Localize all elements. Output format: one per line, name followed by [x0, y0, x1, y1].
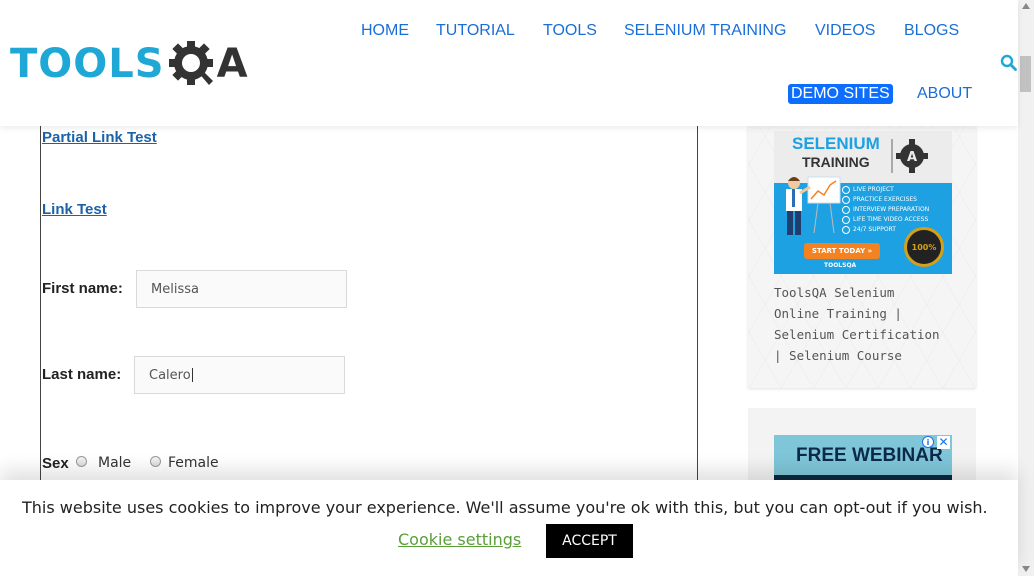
promo-item: INTERVIEW PREPARATION — [842, 205, 929, 215]
promo-gear-icon: A — [890, 135, 932, 177]
check-icon — [842, 196, 850, 204]
practice-form-container — [40, 126, 698, 506]
accept-button[interactable]: ACCEPT — [546, 524, 633, 558]
nav-videos[interactable]: VIDEOS — [815, 22, 875, 40]
text-cursor — [191, 368, 193, 382]
ad-close-icon[interactable]: ✕ — [937, 436, 950, 449]
site-header: TOOLS A HOME TUTORIAL TOOLS SELENIUM TRA… — [0, 0, 1018, 126]
check-icon — [842, 226, 850, 234]
scrollbar-thumb[interactable] — [1020, 56, 1031, 92]
nav-blogs[interactable]: BLOGS — [904, 22, 959, 40]
free-webinar-ad[interactable]: FREE WEBINAR i ✕ — [774, 435, 952, 483]
nav-about[interactable]: ABOUT — [917, 85, 972, 103]
last-name-value: Calero — [149, 367, 191, 383]
promo-caption-link[interactable]: ToolsQA Selenium Online Training | Selen… — [774, 282, 944, 366]
promo-item: LIVE PROJECT — [842, 185, 929, 195]
first-name-input[interactable]: Melissa — [136, 270, 347, 308]
logo-gear-q-icon: A — [168, 39, 248, 89]
money-back-badge-icon: 100% — [904, 227, 944, 267]
scroll-down-arrow-icon[interactable] — [1022, 566, 1030, 572]
check-icon — [842, 206, 850, 214]
nav-demo-sites[interactable]: DEMO SITES — [788, 84, 893, 104]
sex-female-label: Female — [168, 455, 219, 471]
promo-title: SELENIUM — [792, 134, 880, 153]
ad-info-icon[interactable]: i — [922, 436, 934, 448]
selenium-training-banner[interactable]: SELENIUM TRAINING A LIVE PROJECT PRACTIC… — [774, 131, 952, 274]
nav-home[interactable]: HOME — [361, 22, 409, 40]
promo-subtitle: TRAINING — [802, 154, 870, 170]
cookie-settings-link[interactable]: Cookie settings — [398, 530, 521, 549]
link-test[interactable]: Link Test — [42, 201, 107, 218]
webinar-ad-text: FREE WEBINAR — [796, 445, 943, 466]
nav-tutorial[interactable]: TUTORIAL — [436, 22, 515, 40]
check-icon — [842, 216, 850, 224]
promo-footer-logo: TOOLSQA — [824, 262, 857, 269]
nav-tools[interactable]: TOOLS — [543, 22, 597, 40]
last-name-label: Last name: — [42, 366, 122, 383]
start-today-button[interactable]: START TODAY » — [804, 243, 880, 259]
sex-female-radio[interactable] — [150, 456, 161, 467]
scroll-up-arrow-icon[interactable] — [1022, 3, 1030, 9]
sex-label: Sex — [42, 455, 69, 472]
search-icon[interactable] — [1000, 54, 1018, 72]
sex-male-label: Male — [98, 455, 132, 471]
svg-text:A: A — [907, 150, 917, 165]
toolsqa-logo[interactable]: TOOLS A — [10, 38, 248, 90]
first-name-label: First name: — [42, 280, 123, 297]
first-name-value: Melissa — [151, 281, 199, 297]
last-name-input[interactable]: Calero — [134, 356, 345, 394]
check-icon — [842, 186, 850, 194]
nav-selenium-training[interactable]: SELENIUM TRAINING — [624, 22, 786, 40]
partial-link-test[interactable]: Partial Link Test — [42, 129, 157, 146]
trainer-illustration — [786, 176, 841, 235]
logo-text-a: A — [216, 41, 248, 87]
promo-item: PRACTICE EXERCISES — [842, 195, 929, 205]
cookie-message: This website uses cookies to improve you… — [22, 498, 988, 517]
sex-male-radio[interactable] — [76, 456, 87, 467]
logo-text-tools: TOOLS — [10, 41, 165, 87]
promo-item: LIFE TIME VIDEO ACCESS — [842, 215, 929, 225]
cookie-banner: This website uses cookies to improve you… — [0, 480, 1018, 576]
